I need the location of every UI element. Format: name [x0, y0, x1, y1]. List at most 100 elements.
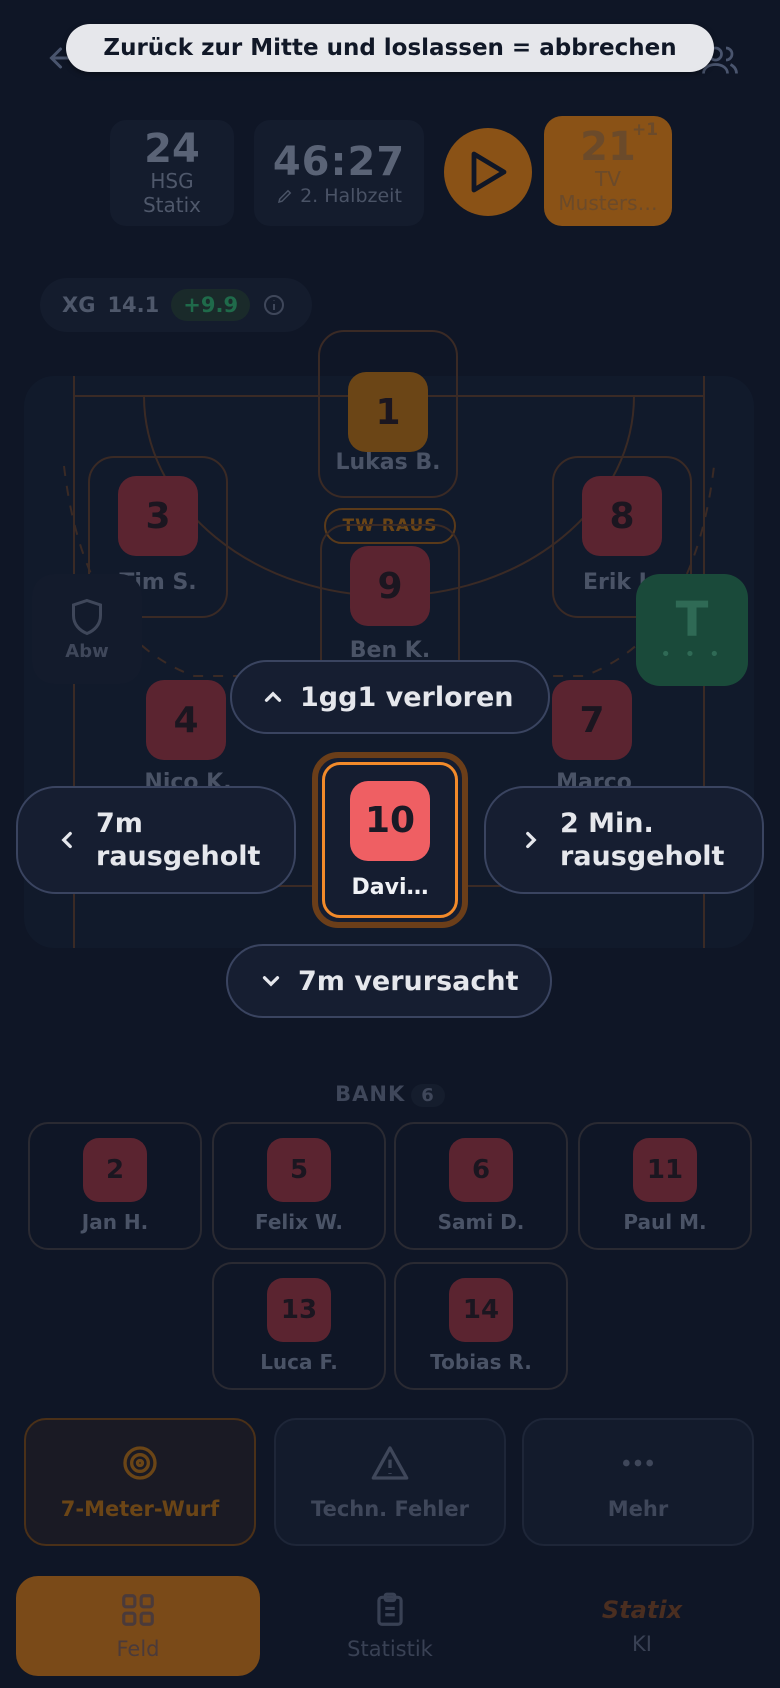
nav-ai-label: KI — [632, 1632, 652, 1656]
play-icon — [471, 151, 507, 193]
gesture-left-option[interactable]: 7m rausgeholt — [16, 786, 296, 894]
half-row: 2. Halbzeit — [276, 185, 402, 207]
away-score: 21 — [580, 124, 636, 170]
selected-jersey: 10 — [350, 780, 430, 861]
goalkeeper-card[interactable]: 1 Lukas B. — [318, 330, 458, 498]
bank-label: BANK — [335, 1082, 406, 1106]
away-team-line1: TV — [595, 167, 621, 191]
jersey: 8 — [582, 476, 662, 556]
more-button[interactable]: Mehr — [522, 1418, 754, 1546]
drag-hint-toast: Zurück zur Mitte und loslassen = abbrech… — [66, 24, 714, 72]
home-score-card: 24 HSG Statix — [110, 120, 234, 226]
jersey: 14 — [449, 1278, 513, 1342]
chevron-right-icon — [526, 831, 537, 849]
bench-player-card[interactable]: 2 Jan H. — [28, 1122, 202, 1250]
tech-error-button[interactable]: Techn. Fehler — [274, 1418, 506, 1546]
timeout-label: T — [675, 591, 709, 648]
nav-ai[interactable]: Statix KI — [520, 1576, 764, 1676]
nav-field-label: Feld — [116, 1637, 160, 1661]
pencil-icon — [278, 189, 292, 204]
xg-label: XG — [62, 293, 96, 317]
gesture-up-option[interactable]: 1gg1 verloren — [230, 660, 550, 734]
gesture-down-option[interactable]: 7m verursacht — [226, 944, 552, 1018]
shield-icon — [72, 598, 102, 635]
jersey-number: 6 — [471, 1155, 491, 1185]
away-score-increment: +1 — [632, 120, 659, 140]
jersey-number: 2 — [105, 1155, 125, 1185]
player-name: Jan H. — [81, 1210, 149, 1234]
gesture-left-text: 7m rausgeholt — [96, 807, 260, 873]
gesture-right-text: 2 Min. rausgeholt — [560, 807, 724, 873]
jersey: 13 — [267, 1278, 331, 1342]
gesture-left-line2: rausgeholt — [96, 841, 261, 872]
gesture-right-option[interactable]: 2 Min. rausgeholt — [484, 786, 764, 894]
chevron-down-icon — [262, 976, 280, 987]
home-team-line1: HSG — [150, 169, 194, 193]
bank-header: BANK 6 — [0, 1082, 780, 1107]
play-button[interactable] — [444, 128, 532, 216]
defense-toggle[interactable]: Abw — [32, 574, 142, 684]
chevron-left-icon — [61, 831, 72, 849]
statix-logo: Statix — [601, 1596, 683, 1624]
jersey-number: 14 — [462, 1295, 500, 1325]
home-team-line2: Statix — [142, 193, 202, 217]
selected-number: 10 — [364, 800, 416, 841]
nav-field[interactable]: Feld — [16, 1576, 260, 1676]
player-name: Tobias R. — [430, 1350, 532, 1374]
tech-error-label: Techn. Fehler — [311, 1497, 469, 1521]
player-name: Luca F. — [260, 1350, 338, 1374]
jersey: 9 — [350, 546, 430, 626]
bench-player-card[interactable]: 14 Tobias R. — [394, 1262, 568, 1390]
bench-player-card[interactable]: 13 Luca F. — [212, 1262, 386, 1390]
gesture-up-label: 1gg1 verloren — [300, 681, 514, 713]
more-dots-icon — [623, 1459, 653, 1467]
goalkeeper-jersey: 1 — [348, 372, 428, 452]
jersey-number: 5 — [289, 1155, 309, 1185]
jersey: 11 — [633, 1138, 697, 1202]
chevron-up-icon — [264, 691, 282, 702]
jersey: 3 — [118, 476, 198, 556]
player-name: Sami D. — [437, 1210, 525, 1234]
jersey: 5 — [267, 1138, 331, 1202]
xg-pill[interactable]: XG 14.1 +9.9 — [40, 278, 312, 332]
grid-icon — [122, 1594, 154, 1626]
game-clock: 46:27 — [272, 139, 406, 185]
seven-meter-button[interactable]: 7-Meter-Wurf — [24, 1418, 256, 1546]
jersey-number: 4 — [173, 699, 199, 741]
xg-delta: +9.9 — [171, 289, 251, 321]
bench-player-card[interactable]: 6 Sami D. — [394, 1122, 568, 1250]
jersey-number: 13 — [280, 1295, 318, 1325]
jersey-number: 3 — [145, 495, 171, 537]
away-score-card[interactable]: 21 +1 TV Musters… — [544, 116, 672, 226]
target-icon — [123, 1446, 157, 1480]
timeout-dots: • • • — [660, 643, 724, 665]
bench-player-card[interactable]: 5 Felix W. — [212, 1122, 386, 1250]
jersey: 7 — [552, 680, 632, 760]
info-icon[interactable] — [262, 293, 286, 317]
clipboard-icon — [377, 1592, 403, 1626]
bank-count: 6 — [411, 1084, 445, 1107]
game-clock-card[interactable]: 46:27 2. Halbzeit — [254, 120, 424, 226]
goalkeeper-number: 1 — [375, 391, 401, 433]
warning-icon — [371, 1446, 409, 1480]
selected-player-inner: 10 Davi… — [322, 762, 458, 918]
player-name: Paul M. — [623, 1210, 707, 1234]
nav-statistics-label: Statistik — [347, 1637, 433, 1661]
jersey: 4 — [146, 680, 226, 760]
xg-value: 14.1 — [107, 293, 160, 317]
gesture-right-line2: rausgeholt — [560, 841, 725, 872]
timeout-button[interactable]: T • • • — [636, 574, 748, 686]
bench-player-card[interactable]: 11 Paul M. — [578, 1122, 752, 1250]
half-label: 2. Halbzeit — [300, 185, 402, 207]
player-name: Felix W. — [254, 1210, 344, 1234]
gesture-down-label: 7m verursacht — [298, 965, 519, 997]
more-label: Mehr — [607, 1497, 669, 1521]
defense-label: Abw — [65, 640, 109, 662]
selected-name: Davi… — [351, 874, 429, 900]
away-team-line2: Musters… — [558, 191, 658, 215]
nav-statistics[interactable]: Statistik — [268, 1576, 512, 1676]
selected-player-card[interactable]: 10 Davi… — [312, 752, 468, 928]
gesture-right-line1: 2 Min. — [560, 808, 654, 839]
jersey-number: 8 — [609, 495, 635, 537]
jersey-number: 7 — [579, 699, 605, 741]
